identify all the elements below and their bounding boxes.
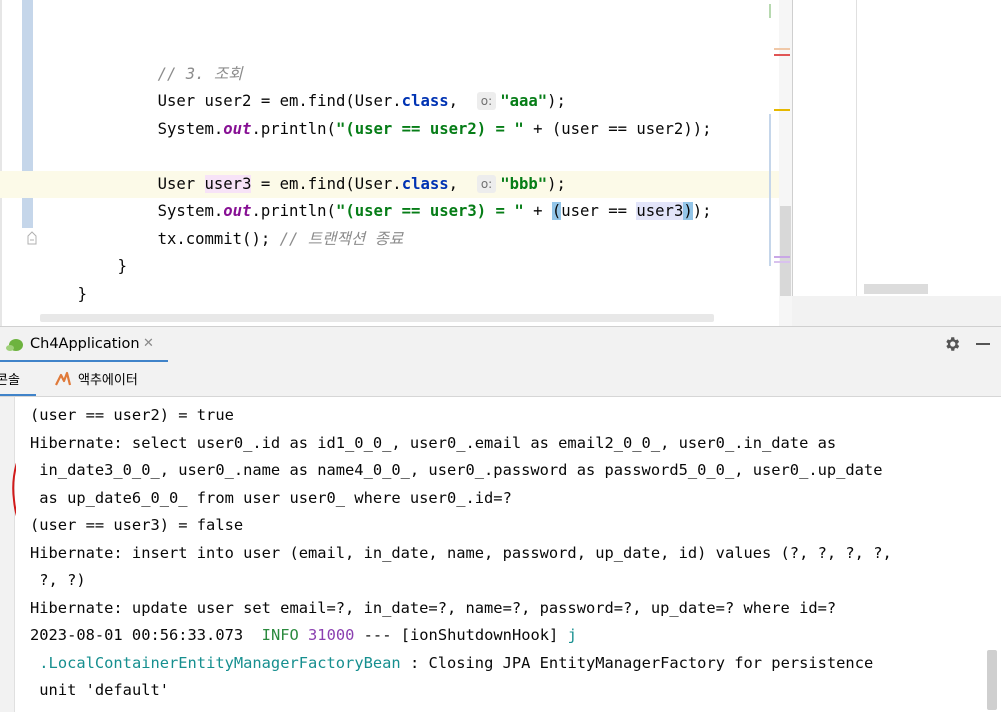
editor-vertical-scroll-thumb[interactable] bbox=[780, 206, 791, 296]
log-pid: 31000 bbox=[308, 626, 355, 644]
code-text: user == bbox=[561, 202, 637, 220]
code-line[interactable]: User user2 = em.find(User.class, o: "aaa"… bbox=[120, 61, 566, 110]
side-panel-scrollbar[interactable] bbox=[864, 284, 928, 294]
code-text: System. bbox=[157, 120, 224, 138]
code-static-field: out bbox=[223, 120, 252, 138]
change-marker bbox=[769, 4, 771, 18]
log-timestamp: 2023-08-01 00:56:33.073 bbox=[30, 626, 244, 644]
console-line: Hibernate: update user set email=?, in_d… bbox=[30, 599, 837, 617]
console-line: as up_date6_0_0_ from user user0_ where … bbox=[30, 489, 512, 507]
fold-bar bbox=[0, 0, 2, 326]
code-line[interactable]: } bbox=[80, 226, 127, 275]
minimize-icon[interactable] bbox=[976, 343, 990, 345]
run-subtabs-bar bbox=[0, 362, 1001, 397]
tab-console-label: 콘솔 bbox=[0, 373, 20, 388]
console-log-line: unit 'default' bbox=[30, 677, 169, 704]
code-line[interactable]: } bbox=[40, 254, 87, 303]
side-panel bbox=[792, 0, 1001, 326]
code-text: tx.commit(); bbox=[157, 230, 280, 248]
editor-horizontal-scrollbar[interactable] bbox=[40, 314, 714, 322]
code-line[interactable]: // 3. 조회 bbox=[120, 34, 243, 83]
log-logger: j bbox=[567, 626, 577, 644]
console-line: Hibernate: select user0_.id as id1_0_0_,… bbox=[30, 434, 837, 452]
log-message: : Closing JPA EntityManagerFactory for p… bbox=[409, 654, 874, 672]
close-icon[interactable]: ✕ bbox=[143, 336, 154, 351]
console-line: ?, ?) bbox=[30, 571, 86, 589]
code-text: ); bbox=[692, 202, 712, 220]
tab-actuator-label[interactable]: 액추에이터 bbox=[78, 369, 138, 388]
error-stripe-mark[interactable] bbox=[774, 54, 790, 56]
log-separator: --- bbox=[363, 626, 392, 644]
log-level: INFO bbox=[261, 626, 299, 644]
code-text: .println( bbox=[251, 120, 336, 138]
fold-marker-icon[interactable] bbox=[26, 231, 38, 245]
error-stripe-mark[interactable] bbox=[774, 48, 790, 50]
code-comment: // 트랜잭션 종료 bbox=[279, 230, 404, 248]
console-log-line: 2023-08-01 00:56:33.073 INFO 31000 --- [… bbox=[30, 622, 577, 649]
code-editor[interactable]: // 3. 조회 User user2 = em.find(User.class… bbox=[0, 0, 792, 326]
gear-icon[interactable] bbox=[943, 335, 961, 353]
side-panel-footer bbox=[792, 296, 1001, 326]
console-line: (user == user3) = false bbox=[30, 516, 244, 534]
code-string: "(user == user2) = " bbox=[335, 120, 524, 138]
usage-stripe-mark[interactable] bbox=[774, 261, 790, 263]
change-marker bbox=[769, 114, 771, 266]
warning-stripe-mark[interactable] bbox=[774, 109, 790, 111]
matched-paren: ( bbox=[551, 202, 562, 220]
log-message: unit 'default' bbox=[39, 681, 170, 699]
actuator-icon bbox=[55, 371, 72, 386]
console-line: in_date3_0_0_, user0_.name as name4_0_0_… bbox=[30, 461, 883, 479]
identifier-highlight: user3 bbox=[636, 202, 684, 220]
code-text: + bbox=[523, 202, 552, 220]
side-panel-divider bbox=[856, 0, 857, 296]
console-vertical-scrollbar[interactable] bbox=[987, 650, 997, 710]
console-line: Hibernate: insert into user (email, in_d… bbox=[30, 544, 892, 562]
matched-paren: ) bbox=[683, 202, 693, 220]
run-config-tab-label: Ch4Application bbox=[30, 336, 140, 352]
code-line[interactable]: tx.commit(); // 트랜잭션 종료 bbox=[120, 199, 404, 248]
code-text: } bbox=[117, 257, 127, 275]
code-text: + (user == user2)); bbox=[523, 120, 712, 138]
log-logger-link[interactable]: .LocalContainerEntityManagerFactoryBean bbox=[39, 654, 400, 672]
log-thread: [ionShutdownHook] bbox=[400, 626, 559, 644]
usage-stripe-mark[interactable] bbox=[774, 256, 790, 258]
console-line: (user == user2) = true bbox=[30, 406, 234, 424]
code-text: } bbox=[77, 285, 87, 303]
code-line[interactable]: System.out.println("(user == user2) = " … bbox=[120, 89, 712, 138]
console-output[interactable]: (user == user2) = true Hibernate: select… bbox=[16, 397, 986, 712]
code-line[interactable]: System.out.println("(user == user3) = " … bbox=[120, 171, 712, 220]
code-line[interactable]: User user3 = em.find(User.class, o: "bbb"… bbox=[120, 144, 566, 193]
spring-boot-icon bbox=[6, 339, 23, 351]
console-log-line: .LocalContainerEntityManagerFactoryBean … bbox=[30, 650, 873, 677]
